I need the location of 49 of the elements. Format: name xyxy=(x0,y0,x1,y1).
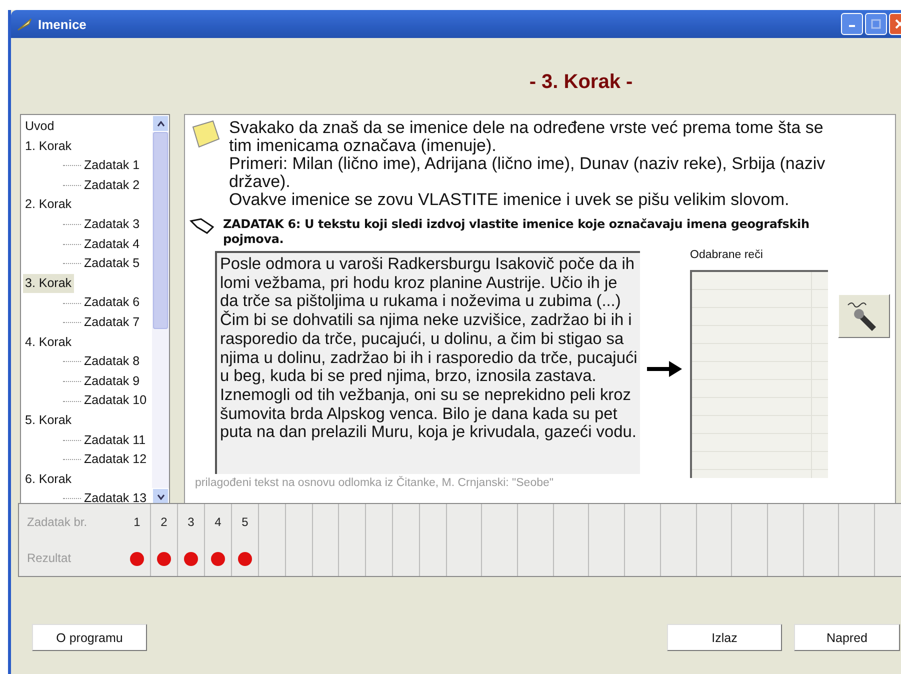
tree-item[interactable]: Zadatak 12 xyxy=(82,450,149,470)
word-list[interactable] xyxy=(690,270,828,478)
tree-item[interactable]: Zadatak 2 xyxy=(82,176,142,196)
maximize-icon xyxy=(871,19,881,29)
tree-item[interactable]: 3. Korak xyxy=(21,274,152,294)
source-caption: prilagođeni tekst na osnovu odlomka iz Čitanke, M. Crnjanski: "Seobe" xyxy=(195,477,554,489)
task-number: 3 xyxy=(188,514,194,531)
list-label: Odabrane reči xyxy=(690,249,764,261)
tree-item[interactable]: 1. Korak xyxy=(21,136,152,156)
window-title: Imenice xyxy=(38,16,88,32)
tree-item[interactable]: 4. Korak xyxy=(21,332,152,352)
tree-item[interactable]: Zadatak 6 xyxy=(82,293,142,313)
task-number: 2 xyxy=(160,514,168,531)
tree-item[interactable]: Zadatak 5 xyxy=(82,254,142,274)
intro-text: Ovakve imenice se zovu VLASTITE imenice i uvek se pišu velikim slovom. xyxy=(229,191,790,209)
next-button[interactable]: Napred xyxy=(794,624,900,651)
pencil-button[interactable] xyxy=(838,294,890,338)
step-heading: - 3. Korak - xyxy=(529,71,633,93)
task-number: 5 xyxy=(242,514,248,531)
maximize-button[interactable] xyxy=(865,13,887,35)
tree-item[interactable]: 2. Korak xyxy=(21,195,152,215)
passage-text: Posle odmora u varoši Radkersburgu Isakovič poče da ih lomi vežbama, pri hodu kroz planine Austrije. Učio ih je da trče sa pištoljima u rukama i noževima u zubima (...) Čim bi se dohvatili sa njima neke uzvišice, zadržao bi ih i rasporedio da trče, pucajući, u dolinu, a čim bi stigao sa njima u dolinu, zadržao bi ih i rasporedio da trče, pucajući u beg, kuda bi se pred njima, brzo, iznosila zastava. Iznemogli od tih vežbanja, oni su se neprekidno peli kroz šumovita brda Alpskog venca. Bilo je dana kada su pet puta na dan prelazili Muru, koja je krivudala, gazeći vodu. xyxy=(215,251,640,474)
exit-button[interactable]: Izlaz xyxy=(667,624,782,651)
tree-item[interactable]: Zadatak 11 xyxy=(82,430,148,450)
arrow-icon xyxy=(647,359,683,379)
tree-item[interactable]: 5. Korak xyxy=(21,410,152,430)
tree-item[interactable]: Uvod xyxy=(21,117,152,137)
tree-item[interactable]: Zadatak 4 xyxy=(82,234,142,254)
task-number: 4 xyxy=(214,514,222,531)
intro-text: Primeri: Milan (lično ime), Adrijana (lično ime), Dunav (naziv reke), Srbija (naziv države). xyxy=(229,155,826,191)
tree-item[interactable]: 6. Korak xyxy=(21,470,152,490)
tree-item[interactable]: Zadatak 3 xyxy=(82,214,142,235)
tree-item[interactable]: Zadatak 13 xyxy=(82,489,149,505)
scroll-up-icon[interactable] xyxy=(156,120,164,126)
minimize-button[interactable] xyxy=(841,13,863,35)
intro-text: Svakako da znaš da se imenice dele na određene vrste već prema tome šta se tim imenicama označava (imenuje). xyxy=(229,119,824,155)
row-label: Zadatak br. xyxy=(26,514,88,531)
scroll-down-icon[interactable] xyxy=(156,494,164,500)
about-button[interactable]: O programu xyxy=(32,624,147,651)
tree-item[interactable]: Zadatak 8 xyxy=(82,352,142,372)
tree-item[interactable]: Zadatak 1 xyxy=(82,156,142,176)
task-text: ZADATAK 6: U tekstu koji sledi izdvoj vlastite imenice koje označavaju imena geografskih pojmova. xyxy=(223,217,810,247)
task-number: 1 xyxy=(134,514,140,531)
tree-item[interactable]: Zadatak 10 xyxy=(82,391,149,411)
row-label: Rezultat xyxy=(26,550,72,567)
tree-item[interactable]: Zadatak 9 xyxy=(82,372,142,392)
tree-item[interactable]: Zadatak 7 xyxy=(82,312,142,333)
scrollbar[interactable] xyxy=(152,115,169,505)
feather-icon xyxy=(17,17,33,31)
